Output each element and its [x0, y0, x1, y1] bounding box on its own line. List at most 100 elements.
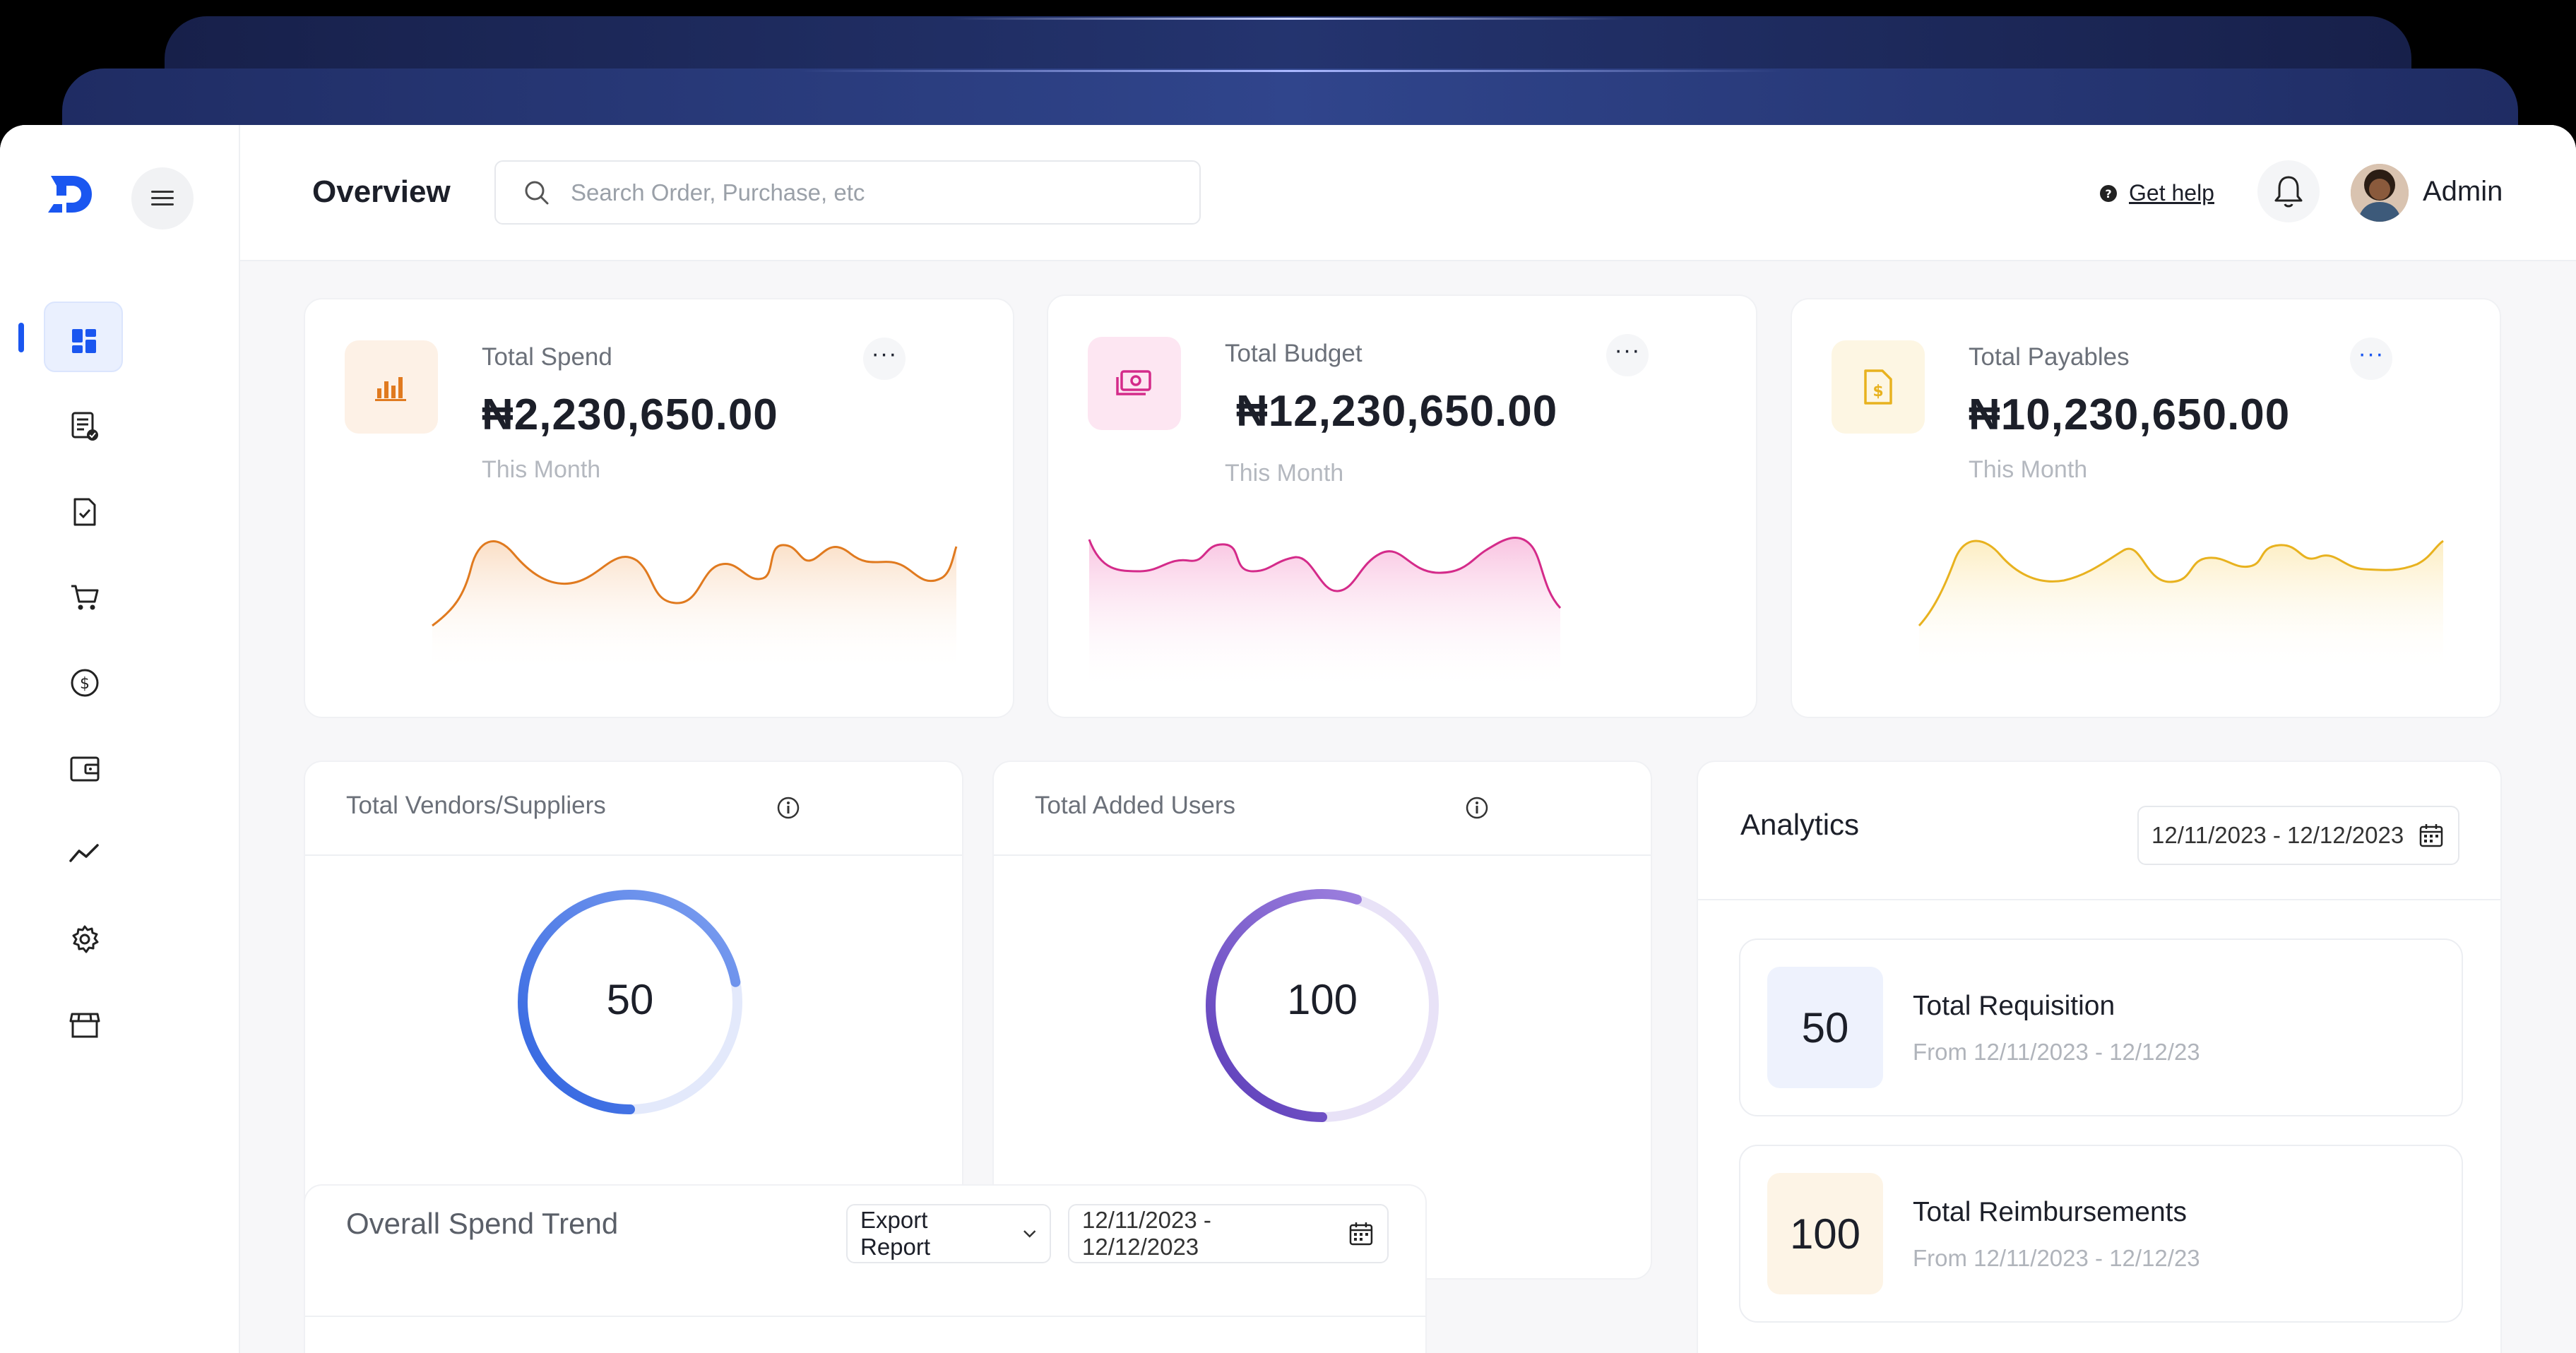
export-report-dropdown[interactable]: Export Report — [846, 1204, 1051, 1263]
bell-icon — [2274, 176, 2303, 208]
sidebar-item-orders[interactable] — [0, 554, 240, 640]
kpi-period: This Month — [482, 456, 601, 483]
stat-value: 100 — [1286, 976, 1358, 1023]
menu-toggle-button[interactable] — [131, 167, 194, 230]
card-divider — [305, 1316, 1425, 1317]
kpi-value: ₦2,230,650.00 — [482, 391, 778, 439]
export-report-label: Export Report — [860, 1207, 931, 1260]
kpi-more-button[interactable]: ··· — [1606, 334, 1649, 376]
analytics-count-badge: 50 — [1767, 967, 1883, 1088]
card-divider — [1698, 899, 2500, 900]
search-input[interactable] — [571, 179, 1136, 206]
stat-value: 50 — [606, 976, 654, 1023]
sidebar-item-analytics[interactable] — [0, 811, 240, 896]
kpi-value: ₦10,230,650.00 — [1969, 391, 2291, 439]
info-icon[interactable] — [1465, 796, 1489, 820]
calendar-icon — [2419, 824, 2443, 847]
get-help-label: Get help — [2129, 180, 2214, 205]
approval-document-icon — [73, 498, 96, 525]
analytics-item-reimbursements[interactable]: 100 Total Reimbursements From 12/11/2023… — [1739, 1145, 2463, 1323]
kpi-period: This Month — [1969, 456, 2088, 483]
hamburger-icon — [151, 191, 174, 205]
help-icon: ? — [2100, 184, 2117, 202]
kpi-label: Total Spend — [482, 343, 612, 371]
calendar-icon — [1349, 1222, 1373, 1246]
analytics-item-requisition[interactable]: 50 Total Requisition From 12/11/2023 - 1… — [1739, 938, 2463, 1116]
user-avatar-image — [2351, 164, 2409, 222]
search-box[interactable] — [494, 160, 1201, 225]
sidebar-item-store[interactable] — [0, 982, 240, 1067]
trend-icon — [69, 843, 99, 862]
app-window: $ Overview Search Order, Purchase, etc ?… — [0, 125, 2576, 1353]
cart-icon — [71, 585, 99, 609]
trend-date-range-picker[interactable]: 12/11/2023 - 12/12/2023 — [1068, 1204, 1389, 1263]
avatar[interactable] — [2351, 164, 2409, 222]
kpi-value: ₦12,230,650.00 — [1236, 387, 1558, 436]
dashboard-showcase: $ Overview Search Order, Purchase, etc ?… — [0, 0, 2576, 1353]
top-header: Overview ? Get help — [240, 125, 2576, 261]
sidebar: $ — [0, 125, 240, 1353]
date-range-text: 12/11/2023 - 12/12/2023 — [1082, 1207, 1211, 1260]
search-icon — [525, 181, 549, 204]
analytics-item-label: Total Reimbursements — [1913, 1197, 2187, 1227]
analytics-item-label: Total Requisition — [1913, 991, 2115, 1021]
analytics-date-range-picker[interactable]: 12/11/2023 - 12/12/2023 — [2137, 806, 2459, 865]
analytics-item-range: From 12/11/2023 - 12/12/23 — [1913, 1245, 2200, 1271]
svg-text:$: $ — [80, 675, 90, 693]
brand-logo[interactable] — [41, 172, 96, 221]
bar-chart-icon — [375, 377, 406, 401]
info-icon[interactable] — [776, 796, 800, 820]
more-icon: ··· — [871, 340, 898, 367]
kpi-icon-box: $ — [1832, 340, 1925, 434]
analytics-panel: Analytics 12/11/2023 - 12/12/2023 50 Tot… — [1697, 761, 2502, 1353]
spend-sparkline — [432, 540, 958, 674]
kpi-label: Total Budget — [1225, 340, 1363, 367]
kpi-card-total-payables: $ Total Payables ₦10,230,650.00 This Mon… — [1791, 298, 2501, 718]
budget-sparkline — [1088, 537, 1562, 691]
active-indicator — [18, 323, 24, 352]
analytics-item-range: From 12/11/2023 - 12/12/23 — [1913, 1039, 2200, 1065]
cash-icon — [1116, 370, 1151, 395]
analytics-count-badge: 100 — [1767, 1173, 1883, 1294]
sidebar-item-requisitions[interactable] — [0, 383, 240, 469]
dashboard-icon — [72, 328, 96, 353]
more-icon: ··· — [1614, 337, 1641, 364]
kpi-label: Total Payables — [1969, 343, 2130, 371]
invoice-dollar-icon: $ — [1864, 369, 1892, 405]
payables-sparkline — [1918, 540, 2444, 674]
user-name: Admin — [2423, 176, 2503, 207]
wallet-icon — [70, 756, 100, 781]
kpi-icon-box — [1088, 337, 1181, 430]
sidebar-item-payments[interactable]: $ — [0, 640, 240, 725]
sidebar-nav: $ — [0, 298, 240, 1067]
date-range-text: 12/11/2023 - 12/12/2023 — [2151, 822, 2404, 848]
kpi-icon-box — [345, 340, 438, 434]
sidebar-item-approvals[interactable] — [0, 469, 240, 554]
requisition-icon — [71, 412, 98, 441]
analytics-title: Analytics — [1740, 808, 1860, 841]
stat-title: Total Vendors/Suppliers — [346, 792, 606, 819]
svg-text:?: ? — [2105, 187, 2111, 201]
sidebar-item-settings[interactable] — [0, 896, 240, 982]
store-icon — [69, 1013, 100, 1037]
stat-title: Total Added Users — [1035, 792, 1236, 819]
trend-title: Overall Spend Trend — [346, 1207, 619, 1240]
kpi-more-button[interactable]: ··· — [863, 338, 906, 380]
more-icon: ··· — [2358, 340, 2385, 367]
chevron-down-icon — [1023, 1230, 1035, 1238]
card-divider — [305, 854, 962, 856]
sidebar-item-wallet[interactable] — [0, 725, 240, 811]
svg-text:$: $ — [1872, 383, 1883, 400]
kpi-more-button[interactable]: ··· — [2350, 338, 2392, 380]
page-title: Overview — [312, 174, 451, 209]
dollar-icon: $ — [71, 669, 99, 696]
kpi-period: This Month — [1225, 460, 1344, 487]
sidebar-item-dashboard[interactable] — [0, 298, 240, 383]
kpi-card-total-spend: Total Spend ₦2,230,650.00 This Month ··· — [304, 298, 1014, 718]
get-help-link[interactable]: ? Get help — [2099, 180, 2214, 206]
card-divider — [994, 854, 1651, 856]
kpi-card-total-budget: Total Budget ₦12,230,650.00 This Month ·… — [1047, 294, 1757, 718]
notifications-button[interactable] — [2257, 160, 2320, 222]
settings-icon — [72, 925, 99, 953]
spend-trend-card: Overall Spend Trend Export Report 12/11/… — [304, 1184, 1427, 1353]
